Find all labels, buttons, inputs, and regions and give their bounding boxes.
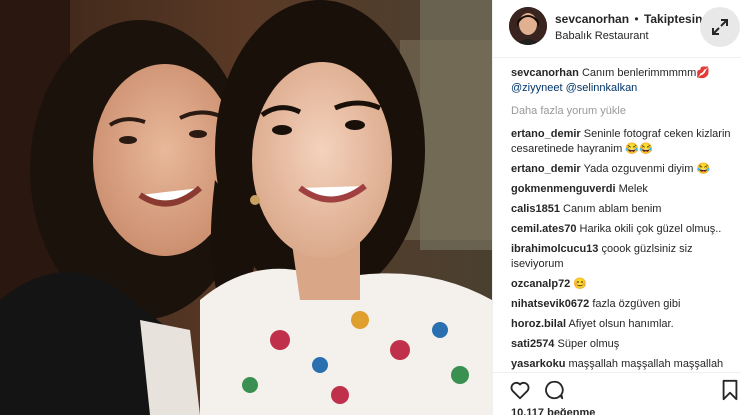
caption: sevcanorhan Canım benlerimmmmm💋 @ziyynee… [511, 66, 739, 96]
photo-image [0, 0, 492, 415]
comment-username[interactable]: ertano_demir [511, 128, 581, 140]
comment-username[interactable]: ibrahimolcucu13 [511, 243, 598, 255]
comment-item: yasarkoku maşşallah maşşallah maşşallah [511, 357, 739, 372]
comment-username[interactable]: ertano_demir [511, 163, 581, 175]
comment-text: Melek [618, 183, 648, 195]
separator-dot: • [634, 12, 639, 26]
comment-username[interactable]: cemil.ates70 [511, 223, 576, 235]
caption-text: Canım benlerimmmmm [581, 67, 697, 79]
comment-item: nihatsevik0672 fazla özgüven gibi [511, 297, 739, 312]
comment-item: calis1851 Canım ablam benim [511, 202, 739, 217]
comment-list: sevcanorhan Canım benlerimmmmm💋 @ziyynee… [511, 66, 739, 377]
comment-item: gokmenmenguverdi Melek [511, 182, 739, 197]
comment-text: Süper olmuş [557, 338, 620, 350]
comment-item: horoz.bilal Afiyet olsun hanımlar. [511, 317, 739, 332]
follow-status[interactable]: Takiptesin [644, 12, 702, 26]
caption-username[interactable]: sevcanorhan [511, 67, 579, 79]
comment-username[interactable]: nihatsevik0672 [511, 298, 589, 310]
comment-text: Yada ozguvenmi diyim 😂 [583, 163, 711, 175]
comment-username[interactable]: ozcanalp72 [511, 278, 570, 290]
comment-item: ozcanalp72 😊 [511, 277, 739, 292]
like-button[interactable] [509, 379, 531, 401]
comment-username[interactable]: gokmenmenguverdi [511, 183, 616, 195]
post-header: sevcanorhan • Takiptesin Babalık Restaur… [493, 0, 741, 58]
comment-item: ertano_demir Seninle fotograf ceken kizl… [511, 127, 739, 157]
save-button[interactable] [719, 379, 741, 401]
comment-icon [545, 380, 564, 400]
expand-button[interactable] [700, 7, 740, 47]
post-username[interactable]: sevcanorhan [555, 12, 629, 26]
action-bar: 10.117 beğenme [493, 372, 741, 415]
comment-username[interactable]: calis1851 [511, 203, 560, 215]
caption-emoji: 💋 [696, 67, 710, 79]
comment-item: sati2574 Süper olmuş [511, 337, 739, 352]
post-photo[interactable] [0, 0, 492, 415]
expand-arrows-icon [712, 19, 728, 35]
location-link[interactable]: Babalık Restaurant [555, 30, 649, 42]
comment-button[interactable] [543, 379, 565, 401]
comment-text: Harika okili çok güzel olmuş.. [579, 223, 722, 235]
load-more-comments[interactable]: Daha fazla yorum yükle [511, 104, 739, 119]
bookmark-icon [722, 379, 738, 401]
mention-link[interactable]: @ziyyneet [511, 82, 563, 94]
comment-item: ibrahimolcucu13 çoook güzlsiniz siz isev… [511, 242, 739, 272]
comment-text: fazla özgüven gibi [592, 298, 681, 310]
comment-text: Afiyet olsun hanımlar. [568, 318, 674, 330]
comment-item: cemil.ates70 Harika okili çok güzel olmu… [511, 222, 739, 237]
comment-username[interactable]: yasarkoku [511, 358, 565, 370]
comment-text: Canım ablam benim [563, 203, 662, 215]
mention-link[interactable]: @selinnkalkan [566, 82, 638, 94]
comment-text: maşşallah maşşallah maşşallah [568, 358, 724, 370]
avatar[interactable] [509, 7, 547, 45]
comment-text: 😊 [573, 278, 588, 290]
heart-icon [510, 381, 530, 400]
post-sidebar: sevcanorhan • Takiptesin Babalık Restaur… [492, 0, 741, 415]
like-count[interactable]: 10.117 beğenme [511, 407, 595, 415]
comment-username[interactable]: sati2574 [511, 338, 554, 350]
comment-username[interactable]: horoz.bilal [511, 318, 566, 330]
comment-item: ertano_demir Yada ozguvenmi diyim 😂 [511, 162, 739, 177]
